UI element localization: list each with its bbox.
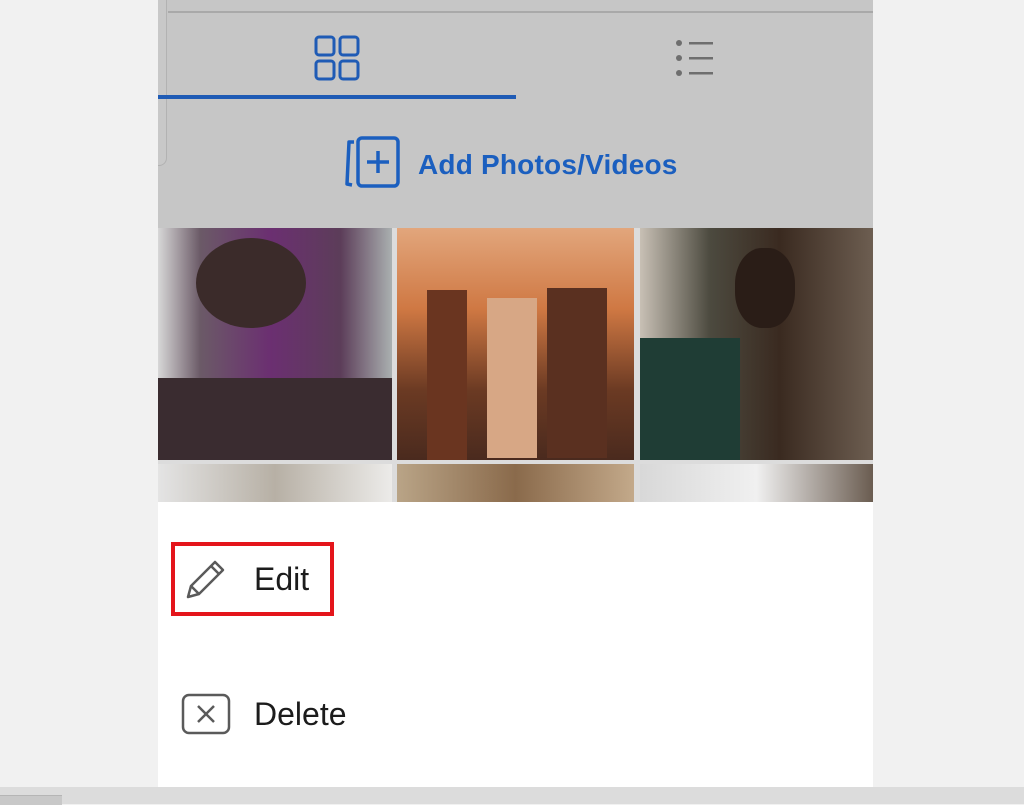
- photo-thumbnail[interactable]: [158, 228, 392, 460]
- photo-thumbnail[interactable]: [158, 464, 392, 502]
- add-photos-videos-label: Add Photos/Videos: [418, 149, 678, 180]
- divider: [168, 11, 873, 13]
- edit-label: Edit: [254, 560, 310, 597]
- tab-grid-view[interactable]: [158, 20, 516, 100]
- tab-selected-indicator: [158, 95, 516, 99]
- delete-label: Delete: [254, 695, 347, 732]
- photo-content: [487, 298, 537, 458]
- photo-grid: [158, 228, 873, 502]
- add-photos-videos-button[interactable]: Add Photos/Videos: [344, 135, 678, 195]
- close-box-icon: [180, 688, 232, 740]
- photo-thumbnail[interactable]: [640, 228, 873, 460]
- edit-menu-item[interactable]: Edit: [158, 529, 873, 629]
- photo-content: [735, 248, 795, 328]
- photo-content: [547, 288, 607, 458]
- photo-content: [196, 238, 306, 328]
- photo-content: [427, 290, 467, 460]
- photo-thumbnail[interactable]: [397, 464, 634, 502]
- tab-list-view[interactable]: [516, 20, 873, 100]
- list-icon: [675, 38, 715, 83]
- album-screen: Add Photos/Videos Edit Delete: [158, 0, 873, 787]
- photo-thumbnail[interactable]: [640, 464, 873, 502]
- delete-menu-item[interactable]: Delete: [158, 664, 873, 764]
- dimmed-header: Add Photos/Videos: [158, 0, 873, 228]
- pencil-icon: [180, 553, 232, 605]
- photo-content: [640, 338, 740, 460]
- photo-thumbnail[interactable]: [397, 228, 634, 460]
- photo-content: [158, 378, 392, 460]
- grid-icon: [314, 35, 360, 86]
- bottom-edge: [0, 787, 1024, 805]
- add-photo-icon: [344, 135, 404, 195]
